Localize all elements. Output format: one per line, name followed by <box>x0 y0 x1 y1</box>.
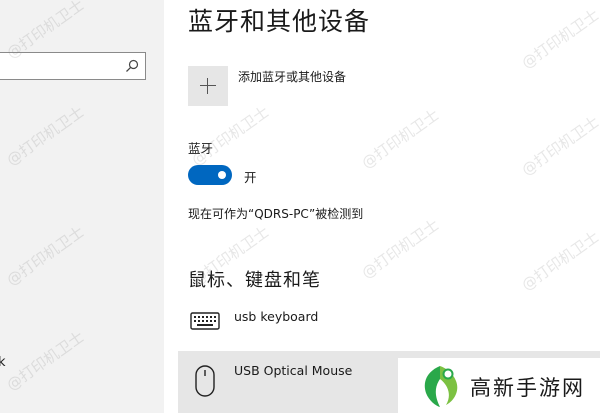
mouse-icon <box>195 365 215 397</box>
page-title: 蓝牙和其他设备 <box>188 7 371 36</box>
toggle-knob <box>218 171 226 179</box>
bluetooth-toggle-state: 开 <box>244 170 257 185</box>
search-input[interactable] <box>3 56 113 76</box>
brand-badge: 高新手游网 <box>398 358 600 413</box>
brand-logo-icon <box>424 366 458 407</box>
search-icon[interactable] <box>125 59 139 73</box>
nav-item-partial[interactable]: k <box>0 355 6 370</box>
discoverable-status: 现在可作为“QDRS-PC”被检测到 <box>188 207 364 221</box>
section-heading-mouse-keyboard-pen: 鼠标、键盘和笔 <box>188 270 321 291</box>
device-row-keyboard[interactable]: usb keyboard <box>178 298 600 348</box>
bluetooth-toggle[interactable] <box>188 165 232 185</box>
main-content: 蓝牙和其他设备 添加蓝牙或其他设备 蓝牙 开 现在可作为“QDRS-PC”被检测… <box>164 0 600 413</box>
keyboard-icon <box>190 312 220 330</box>
navigation-pane: k <box>0 0 164 413</box>
add-device-button[interactable] <box>188 66 228 106</box>
bluetooth-label: 蓝牙 <box>188 141 214 156</box>
device-name: USB Optical Mouse <box>234 363 353 378</box>
brand-text: 高新手游网 <box>470 376 585 400</box>
settings-search-box[interactable] <box>0 52 146 80</box>
add-device-label[interactable]: 添加蓝牙或其他设备 <box>238 68 346 85</box>
device-name: usb keyboard <box>234 309 319 324</box>
